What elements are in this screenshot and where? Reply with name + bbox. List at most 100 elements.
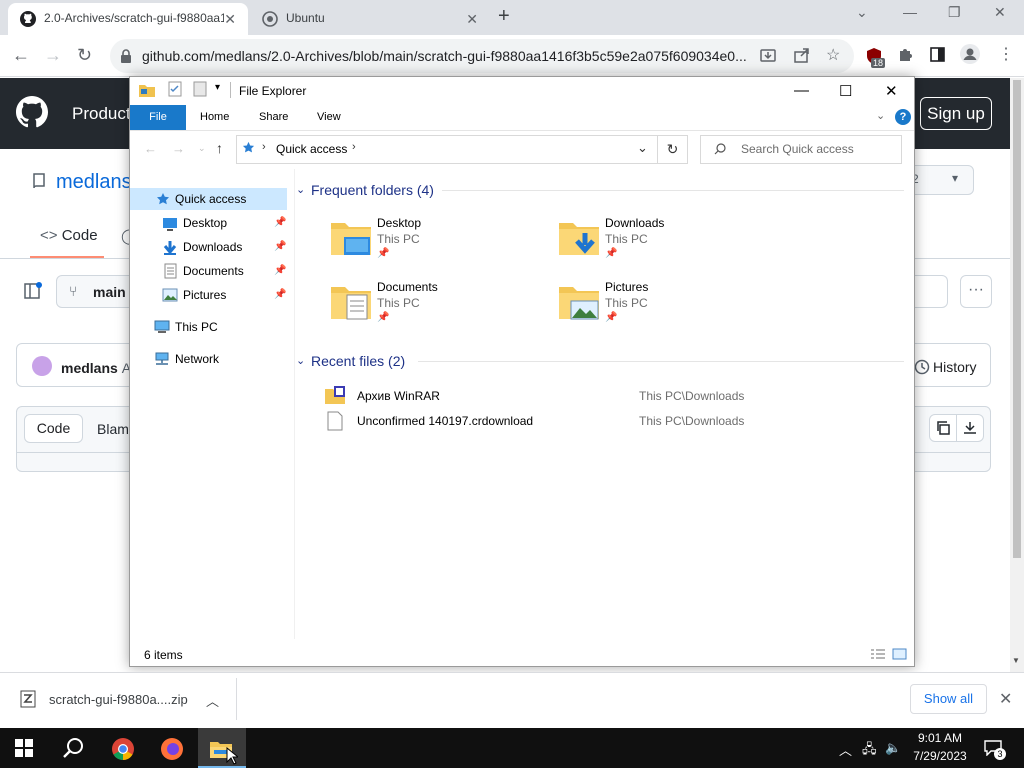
- ribbon-tab-view[interactable]: View: [317, 111, 341, 123]
- recent-file-row[interactable]: Unconfirmed 140197.crdownload This PC\Do…: [320, 410, 910, 432]
- tab-search-icon[interactable]: ⌄: [856, 4, 868, 21]
- side-panel-icon[interactable]: [930, 47, 945, 62]
- close-icon[interactable]: ✕: [999, 689, 1012, 709]
- reload-button[interactable]: ↻: [77, 45, 92, 66]
- expand-ribbon-icon[interactable]: ⌄: [876, 109, 885, 122]
- details-view-icon[interactable]: [870, 648, 886, 660]
- watch-dropdown-icon[interactable]: ▾: [952, 171, 958, 185]
- minimize-button[interactable]: —: [794, 82, 809, 99]
- code-view-button[interactable]: Code: [24, 414, 83, 443]
- breadcrumb-chevron-icon[interactable]: ›: [262, 141, 266, 153]
- frequent-folder-documents[interactable]: Documents This PC 📌: [326, 275, 526, 327]
- close-icon[interactable]: ✕: [466, 11, 478, 28]
- title-divider: [230, 82, 231, 98]
- blame-view-button[interactable]: Blam: [97, 421, 129, 437]
- scrollbar-thumb[interactable]: [1013, 80, 1021, 558]
- up-arrow-icon[interactable]: ↑: [216, 140, 223, 156]
- close-button[interactable]: ✕: [885, 82, 898, 100]
- branch-name: main: [93, 284, 126, 300]
- more-options-button[interactable]: ···: [960, 275, 992, 308]
- address-dropdown-icon[interactable]: ⌄: [637, 140, 648, 156]
- network-tray-icon[interactable]: 🖧: [862, 740, 877, 762]
- lock-icon[interactable]: [120, 49, 132, 63]
- frequent-folder-downloads[interactable]: Downloads This PC 📌: [554, 211, 754, 263]
- breadcrumb-chevron-icon[interactable]: ›: [352, 141, 356, 153]
- nav-item-quick-access[interactable]: Quick access: [175, 192, 246, 206]
- tab-ubuntu[interactable]: Ubuntu ✕: [250, 3, 490, 35]
- explorer-title: File Explorer: [239, 84, 307, 98]
- close-window-button[interactable]: ✕: [994, 4, 1006, 21]
- new-tab-button[interactable]: +: [498, 6, 510, 26]
- minimize-button[interactable]: —: [903, 4, 917, 20]
- refresh-button[interactable]: ↻: [658, 135, 688, 164]
- ribbon-tab-share[interactable]: Share: [259, 111, 288, 123]
- recent-file-path: This PC\Downloads: [639, 389, 745, 403]
- product-menu[interactable]: Product: [72, 104, 131, 124]
- restore-button[interactable]: ❐: [948, 4, 961, 21]
- bookmark-star-icon[interactable]: ☆: [826, 45, 840, 65]
- profile-avatar-icon[interactable]: [960, 44, 980, 64]
- search-icon[interactable]: [62, 737, 84, 759]
- ribbon-tab-home[interactable]: Home: [200, 111, 229, 123]
- download-divider: [236, 678, 237, 720]
- back-button[interactable]: ←: [12, 45, 30, 66]
- menu-kebab-icon[interactable]: ⋮: [998, 44, 1014, 64]
- download-icon[interactable]: [956, 414, 984, 442]
- back-arrow-icon[interactable]: ←: [144, 141, 157, 156]
- chevron-up-icon[interactable]: ︿: [206, 691, 219, 710]
- tab-code[interactable]: <> Code: [40, 227, 98, 244]
- clock-date[interactable]: 7/29/2023: [911, 749, 969, 763]
- copy-icon[interactable]: [929, 414, 957, 442]
- code-icon: <>: [40, 227, 58, 244]
- address-text[interactable]: Quick access: [276, 142, 347, 156]
- volume-icon[interactable]: 🔈: [885, 740, 901, 756]
- frequent-folders-header[interactable]: Frequent folders (4): [311, 182, 434, 198]
- collapse-chevron-icon[interactable]: ⌄: [296, 354, 305, 367]
- windows-start-icon[interactable]: [15, 739, 33, 757]
- forward-arrow-icon[interactable]: →: [172, 141, 185, 156]
- avatar[interactable]: [32, 356, 52, 376]
- repo-owner-link[interactable]: medlans: [56, 171, 132, 194]
- help-icon[interactable]: ?: [895, 109, 911, 125]
- install-icon[interactable]: [760, 47, 776, 63]
- forward-button[interactable]: →: [44, 45, 62, 66]
- nav-item-this-pc[interactable]: This PC: [175, 320, 218, 334]
- properties-icon[interactable]: [168, 81, 182, 97]
- file-tree-toggle-icon[interactable]: [24, 282, 42, 300]
- url-text: github.com/medlans/2.0-Archives/blob/mai…: [142, 48, 747, 64]
- collapse-chevron-icon[interactable]: ⌄: [296, 183, 305, 196]
- nav-item-downloads[interactable]: Downloads: [183, 240, 242, 254]
- chrome-icon[interactable]: [111, 737, 135, 761]
- nav-item-pictures[interactable]: Pictures: [183, 288, 226, 302]
- ribbon-tab-file[interactable]: File: [130, 105, 186, 130]
- recent-locations-icon[interactable]: ⌄: [198, 143, 206, 154]
- show-all-button[interactable]: Show all: [910, 684, 987, 714]
- nav-item-network[interactable]: Network: [175, 352, 219, 366]
- address-bar[interactable]: github.com/medlans/2.0-Archives/blob/mai…: [110, 39, 854, 73]
- chevron-up-icon[interactable]: ︿: [839, 740, 852, 759]
- clock-time[interactable]: 9:01 AM: [914, 731, 966, 745]
- recent-files-header[interactable]: Recent files (2): [311, 353, 405, 369]
- large-icons-view-icon[interactable]: [892, 648, 907, 660]
- search-placeholder: Search Quick access: [741, 142, 854, 156]
- nav-item-documents[interactable]: Documents: [183, 264, 244, 278]
- github-logo-icon[interactable]: [16, 96, 48, 128]
- commit-author[interactable]: medlans A: [61, 360, 131, 376]
- sign-up-button[interactable]: Sign up: [920, 97, 992, 130]
- maximize-button[interactable]: ☐: [839, 82, 852, 100]
- scroll-down-arrow-icon[interactable]: ▼: [1012, 656, 1020, 665]
- recent-file-row[interactable]: Архив WinRAR This PC\Downloads: [320, 384, 910, 406]
- nav-item-desktop[interactable]: Desktop: [183, 216, 227, 230]
- history-button[interactable]: History: [905, 343, 991, 387]
- firefox-icon[interactable]: [160, 737, 184, 761]
- close-icon[interactable]: ✕: [224, 11, 236, 28]
- new-folder-icon[interactable]: [193, 81, 207, 97]
- frequent-folder-pictures[interactable]: Pictures This PC 📌: [554, 275, 754, 327]
- puzzle-icon[interactable]: [898, 46, 914, 62]
- customize-qat-icon[interactable]: ▾: [215, 82, 220, 93]
- frequent-folder-desktop[interactable]: Desktop This PC 📌: [326, 211, 526, 263]
- download-item[interactable]: scratch-gui-f9880a....zip: [49, 692, 188, 707]
- tab-github[interactable]: 2.0-Archives/scratch-gui-f9880aa1416f3b5…: [8, 3, 248, 35]
- share-icon[interactable]: [794, 47, 810, 63]
- pin-icon: 📌: [274, 241, 287, 252]
